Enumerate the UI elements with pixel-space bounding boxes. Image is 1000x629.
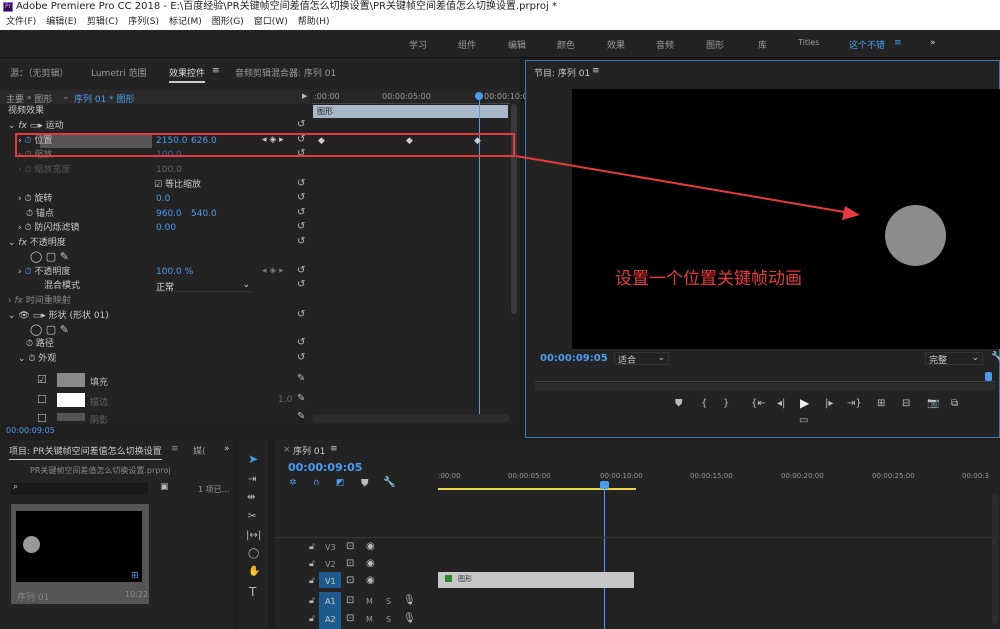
export-frame-icon[interactable]: 📷: [927, 398, 939, 409]
track-a2[interactable]: A2: [325, 615, 336, 624]
sync-icon[interactable]: ⊡: [346, 575, 354, 586]
microphone-icon[interactable]: 🎙︎: [403, 613, 416, 624]
razor-tool-icon[interactable]: ✂: [248, 511, 256, 522]
eye-icon[interactable]: ◉: [366, 558, 375, 569]
track-v1[interactable]: V1: [325, 577, 336, 586]
zoom-dropdown[interactable]: 适合 ⌄: [614, 352, 669, 366]
lock-icon[interactable]: 🔓︎: [309, 596, 315, 606]
close-icon[interactable]: ×: [283, 445, 291, 455]
ruler-label: 00:00:05:00: [508, 472, 551, 480]
program-ruler[interactable]: [535, 372, 995, 382]
thumbnail-circle: [23, 536, 40, 553]
sync-icon[interactable]: ⊡: [346, 595, 354, 606]
quality-dropdown[interactable]: 完整 ⌄: [925, 352, 983, 366]
new-bin-icon[interactable]: ▣: [160, 482, 169, 492]
mute-button[interactable]: M: [366, 597, 373, 606]
ellipse-tool-icon[interactable]: ◯: [248, 548, 259, 559]
type-tool-icon[interactable]: T: [249, 585, 256, 599]
search-icon: ⌕: [13, 482, 19, 492]
track-a1[interactable]: A1: [325, 597, 336, 606]
ruler-label: 00:00:3: [962, 472, 989, 480]
lock-icon[interactable]: 🔓︎: [309, 576, 315, 586]
timeline-menu-icon[interactable]: ≡: [330, 444, 338, 454]
hand-tool-icon[interactable]: ✋: [248, 566, 260, 577]
program-timecode[interactable]: 00:00:09:05: [540, 353, 608, 364]
extract-icon[interactable]: ⊟: [902, 398, 910, 409]
ruler-label: 00:00:25:00: [872, 472, 915, 480]
slip-tool-icon[interactable]: |↔|: [246, 530, 261, 541]
wrench-icon[interactable]: 🔧: [991, 352, 1000, 362]
add-marker-icon[interactable]: ⛊: [361, 478, 369, 489]
track-v2[interactable]: V2: [325, 560, 336, 569]
mark-out-icon[interactable]: }: [723, 398, 729, 409]
timeline-playhead[interactable]: [600, 481, 609, 489]
timeline-settings-icon[interactable]: 🔧: [383, 477, 395, 488]
item-name: 序列 01: [17, 593, 50, 603]
sync-icon[interactable]: ⊡: [346, 541, 354, 552]
item-duration: 10:22: [125, 590, 149, 599]
ruler-label: 00:00:15:00: [690, 472, 733, 480]
lift-icon[interactable]: ⊞: [877, 398, 885, 409]
sequence-icon: ⊞: [131, 571, 139, 581]
ruler-label: 00:00:10:00: [600, 472, 643, 480]
mark-in-icon[interactable]: {: [701, 398, 707, 409]
lock-icon[interactable]: 🔓︎: [309, 559, 315, 569]
divider: [275, 537, 1000, 538]
sync-icon[interactable]: ⊡: [346, 558, 354, 569]
play-button[interactable]: ▶: [800, 396, 809, 410]
add-marker-icon[interactable]: ⛊: [675, 398, 683, 409]
lock-icon[interactable]: 🔓︎: [309, 542, 315, 552]
track-v3[interactable]: V3: [325, 543, 336, 552]
snap-icon[interactable]: ∩: [313, 478, 320, 488]
program-playhead[interactable]: [985, 372, 992, 381]
timeline-clip-graphic[interactable]: 图形: [438, 572, 634, 588]
ruler-label: 00:00:20:00: [781, 472, 824, 480]
item-count: 1 项已...: [198, 485, 230, 494]
sync-icon[interactable]: ⊡: [346, 613, 354, 624]
ruler-label: :00:00: [438, 472, 461, 480]
go-to-out-icon[interactable]: ⇥}: [847, 398, 862, 409]
linked-selection-icon[interactable]: ◩: [336, 478, 345, 488]
lock-icon[interactable]: 🔓︎: [309, 614, 315, 624]
step-forward-icon[interactable]: |▸: [825, 398, 833, 409]
track-select-tool-icon[interactable]: ⇥: [248, 474, 256, 485]
eye-icon[interactable]: ◉: [366, 541, 375, 552]
go-to-in-icon[interactable]: {⇤: [751, 398, 766, 409]
project-file-name: PR关键帧空间差值怎么切换设置.prproj: [30, 466, 171, 475]
tab-sequence[interactable]: 序列 01: [293, 444, 325, 457]
step-back-icon[interactable]: ◂|: [777, 398, 785, 409]
tab-project[interactable]: 项目: PR关键帧空间差值怎么切换设置: [9, 444, 162, 460]
ripple-edit-tool-icon[interactable]: ⇹: [247, 492, 255, 503]
program-zoom-bar[interactable]: [535, 383, 995, 390]
timeline-timecode[interactable]: 00:00:09:05: [288, 461, 362, 474]
more-tabs-icon[interactable]: »: [224, 444, 230, 454]
safe-margins-icon[interactable]: ▭: [799, 415, 808, 426]
selection-tool-icon[interactable]: ➤: [248, 452, 258, 466]
tab-media-browser[interactable]: 媒(: [193, 444, 206, 457]
microphone-icon[interactable]: 🎙︎: [403, 595, 416, 606]
solo-button[interactable]: S: [386, 597, 391, 606]
timeline-playhead-line: [604, 481, 605, 629]
compare-view-icon[interactable]: ⧉: [951, 398, 958, 409]
project-search-input[interactable]: ⌕: [10, 482, 148, 495]
mute-button[interactable]: M: [366, 615, 373, 624]
nest-icon[interactable]: ✲: [289, 478, 297, 488]
solo-button[interactable]: S: [386, 615, 391, 624]
graphic-clip-icon: [445, 575, 452, 582]
eye-icon[interactable]: ◉: [366, 575, 375, 586]
project-menu-icon[interactable]: ≡: [171, 444, 179, 454]
timeline-vertical-scrollbar[interactable]: [992, 494, 998, 624]
